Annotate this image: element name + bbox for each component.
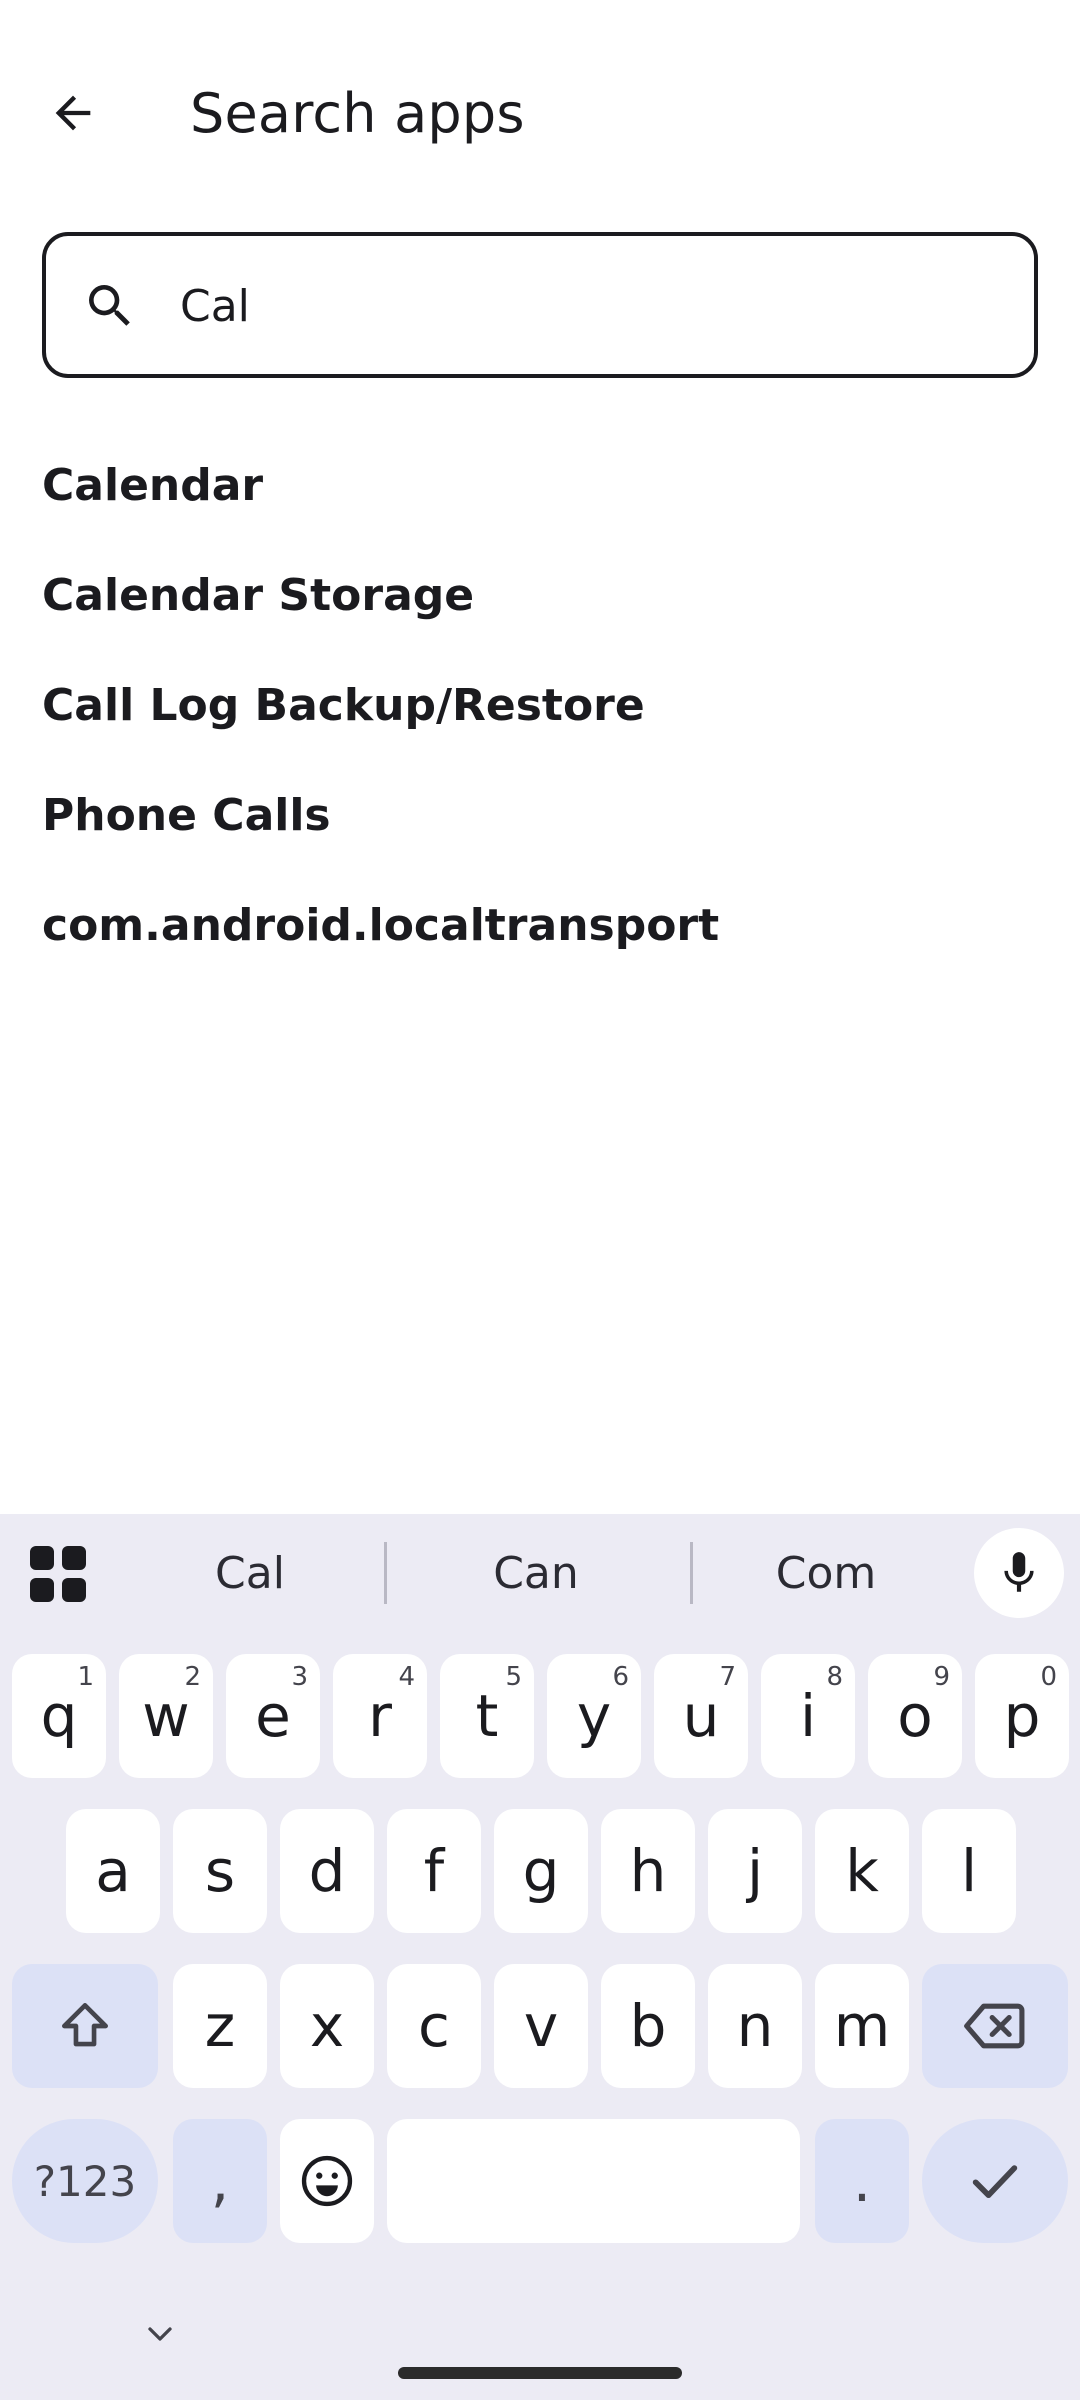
- key-s[interactable]: s: [173, 1809, 267, 1933]
- key-d[interactable]: d: [280, 1809, 374, 1933]
- key-r[interactable]: r4: [333, 1654, 427, 1778]
- key-a[interactable]: a: [66, 1809, 160, 1933]
- key-p[interactable]: p0: [975, 1654, 1069, 1778]
- result-item-call-log-backup[interactable]: Call Log Backup/Restore: [42, 650, 1042, 760]
- page-title: Search apps: [190, 82, 525, 145]
- arrow-back-icon: [55, 95, 91, 131]
- checkmark-icon: [972, 2165, 1018, 2199]
- key-h[interactable]: h: [601, 1809, 695, 1933]
- key-j[interactable]: j: [708, 1809, 802, 1933]
- key-f[interactable]: f: [387, 1809, 481, 1933]
- search-icon: [89, 285, 130, 326]
- emoji-icon: [301, 2155, 353, 2207]
- key-b[interactable]: b: [601, 1964, 695, 2088]
- on-screen-keyboard: Cal Can Com q1 w2 e3 r4 t5 y6 u7 i8 o9 p…: [0, 1514, 1080, 2400]
- app-search-screen: Search apps Calendar Calendar Storage Ca…: [0, 0, 1080, 2400]
- period-key[interactable]: .: [815, 2119, 909, 2243]
- key-z[interactable]: z: [173, 1964, 267, 2088]
- result-item-phone-calls[interactable]: Phone Calls: [42, 760, 1042, 870]
- backspace-icon: [964, 2003, 1025, 2049]
- result-item-localtransport[interactable]: com.android.localtransport: [42, 870, 1042, 980]
- key-m[interactable]: m: [815, 1964, 909, 2088]
- result-item-calendar[interactable]: Calendar: [42, 430, 1042, 540]
- key-g[interactable]: g: [494, 1809, 588, 1933]
- comma-key[interactable]: ,: [173, 2119, 267, 2243]
- emoji-key[interactable]: [280, 2119, 374, 2243]
- suggestion-strip: Cal Can Com: [0, 1514, 1080, 1632]
- key-o[interactable]: o9: [868, 1654, 962, 1778]
- backspace-key[interactable]: [922, 1964, 1068, 2088]
- key-y[interactable]: y6: [547, 1654, 641, 1778]
- microphone-icon: [1004, 1552, 1034, 1592]
- home-indicator[interactable]: [398, 2367, 682, 2379]
- search-input[interactable]: [180, 266, 1000, 346]
- space-key[interactable]: [387, 2119, 800, 2243]
- key-k[interactable]: k: [815, 1809, 909, 1933]
- key-l[interactable]: l: [922, 1809, 1016, 1933]
- suggestion-divider: [384, 1542, 387, 1604]
- result-item-calendar-storage[interactable]: Calendar Storage: [42, 540, 1042, 650]
- search-results-list: Calendar Calendar Storage Call Log Backu…: [42, 430, 1042, 980]
- shift-icon: [62, 2003, 108, 2047]
- key-i[interactable]: i8: [761, 1654, 855, 1778]
- key-c[interactable]: c: [387, 1964, 481, 2088]
- voice-input-button[interactable]: [974, 1528, 1064, 1618]
- key-n[interactable]: n: [708, 1964, 802, 2088]
- key-t[interactable]: t5: [440, 1654, 534, 1778]
- search-field[interactable]: [42, 232, 1038, 378]
- key-e[interactable]: e3: [226, 1654, 320, 1778]
- key-u[interactable]: u7: [654, 1654, 748, 1778]
- chevron-down-icon[interactable]: [140, 2314, 180, 2354]
- apps-grid-icon[interactable]: [30, 1546, 86, 1602]
- back-button[interactable]: [30, 70, 116, 156]
- suggestion-divider: [690, 1542, 693, 1604]
- key-w[interactable]: w2: [119, 1654, 213, 1778]
- key-q[interactable]: q1: [12, 1654, 106, 1778]
- key-x[interactable]: x: [280, 1964, 374, 2088]
- symbols-key[interactable]: ?123: [12, 2119, 158, 2243]
- key-v[interactable]: v: [494, 1964, 588, 2088]
- enter-key[interactable]: [922, 2119, 1068, 2243]
- suggestion-1[interactable]: Cal: [150, 1538, 350, 1608]
- suggestion-3[interactable]: Com: [726, 1538, 926, 1608]
- suggestion-2[interactable]: Can: [436, 1538, 636, 1608]
- shift-key[interactable]: [12, 1964, 158, 2088]
